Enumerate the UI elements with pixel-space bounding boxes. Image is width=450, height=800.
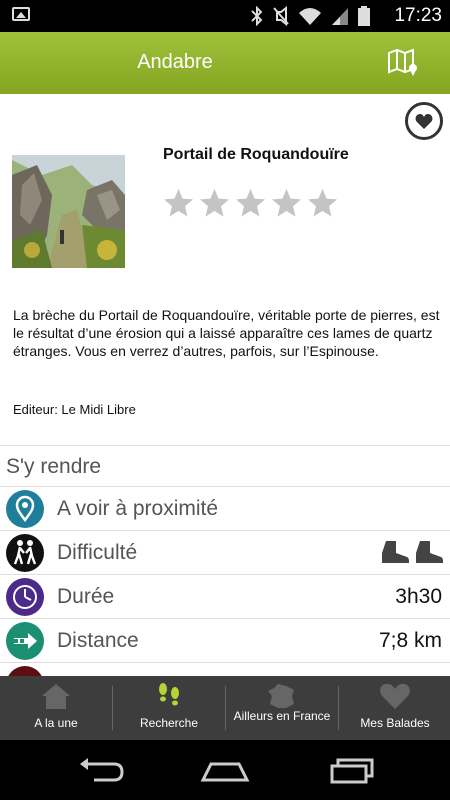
battery-icon	[358, 6, 370, 26]
row-label: A voir à proximité	[57, 497, 219, 520]
boot-icon	[416, 541, 443, 563]
signal-icon	[332, 8, 348, 25]
place-description: La brèche du Portail de Roquandouïre, vé…	[13, 307, 440, 359]
home-icon	[0, 682, 112, 710]
map-button[interactable]	[386, 47, 420, 77]
footprints-icon	[113, 682, 225, 710]
bluetooth-icon	[251, 6, 263, 26]
tab-label: Ailleurs en France	[233, 709, 331, 723]
arrow-right-icon	[6, 622, 44, 660]
back-button[interactable]	[70, 752, 130, 788]
app-bar: Andabre	[0, 32, 450, 94]
boot-icon	[382, 541, 409, 563]
status-time: 17:23	[394, 5, 442, 26]
wifi-icon	[299, 8, 321, 25]
heart-icon	[339, 682, 450, 710]
clock-icon	[6, 578, 44, 616]
star-icon[interactable]	[271, 188, 302, 218]
difficulty-row: Difficulté	[0, 531, 450, 575]
tab-label: A la une	[34, 716, 78, 730]
rating-stars[interactable]	[163, 188, 338, 218]
france-map-icon	[226, 682, 338, 710]
bottom-tab-bar: A la une Recherche Ailleurs en France Me…	[0, 676, 450, 740]
detail-content[interactable]: Portail de Roquandouïre La brèche du Por…	[0, 94, 450, 676]
tab-label: Mes Balades	[360, 716, 430, 730]
next-row-partial	[0, 663, 450, 676]
star-icon[interactable]	[307, 188, 338, 218]
tab-a-la-une[interactable]: A la une	[0, 676, 112, 740]
place-editor: Editeur: Le Midi Libre	[13, 402, 136, 417]
distance-row: Distance 7;8 km	[0, 619, 450, 663]
tab-ailleurs-en-france[interactable]: Ailleurs en France	[226, 676, 338, 740]
system-nav-bar	[0, 740, 450, 800]
tab-mes-balades[interactable]: Mes Balades	[339, 676, 450, 740]
hikers-icon	[6, 534, 44, 572]
star-icon[interactable]	[199, 188, 230, 218]
mute-icon	[273, 6, 289, 26]
star-icon[interactable]	[163, 188, 194, 218]
row-label: Difficulté	[57, 541, 138, 564]
section-header: S'y rendre	[0, 445, 450, 487]
place-title: Portail de Roquandouïre	[163, 146, 349, 163]
duration-row: Durée 3h30	[0, 575, 450, 619]
place-photo	[12, 155, 125, 268]
app-title: Andabre	[137, 51, 213, 73]
home-button[interactable]	[195, 752, 255, 788]
recents-button[interactable]	[322, 752, 382, 788]
nearby-row[interactable]: A voir à proximité	[0, 487, 450, 531]
status-icons	[250, 5, 370, 27]
status-bar: 17:23	[0, 0, 450, 32]
row-value: 7;8 km	[378, 629, 442, 652]
tab-recherche[interactable]: Recherche	[113, 676, 225, 740]
row-label: Distance	[57, 629, 139, 652]
image-notification-icon	[12, 7, 30, 21]
star-icon[interactable]	[235, 188, 266, 218]
back-icon	[80, 758, 124, 782]
recents-icon	[330, 758, 374, 784]
section-title: S'y rendre	[6, 455, 102, 478]
location-pin-icon	[6, 490, 44, 528]
map-icon	[388, 48, 417, 76]
row-value: 3h30	[395, 585, 442, 608]
difficulty-level	[380, 539, 444, 565]
home-nav-icon	[200, 762, 250, 782]
tab-label: Recherche	[139, 716, 199, 730]
favorite-button[interactable]	[405, 102, 443, 140]
row-label: Durée	[57, 585, 115, 608]
heart-icon	[415, 114, 433, 129]
partial-row-icon	[6, 666, 44, 676]
